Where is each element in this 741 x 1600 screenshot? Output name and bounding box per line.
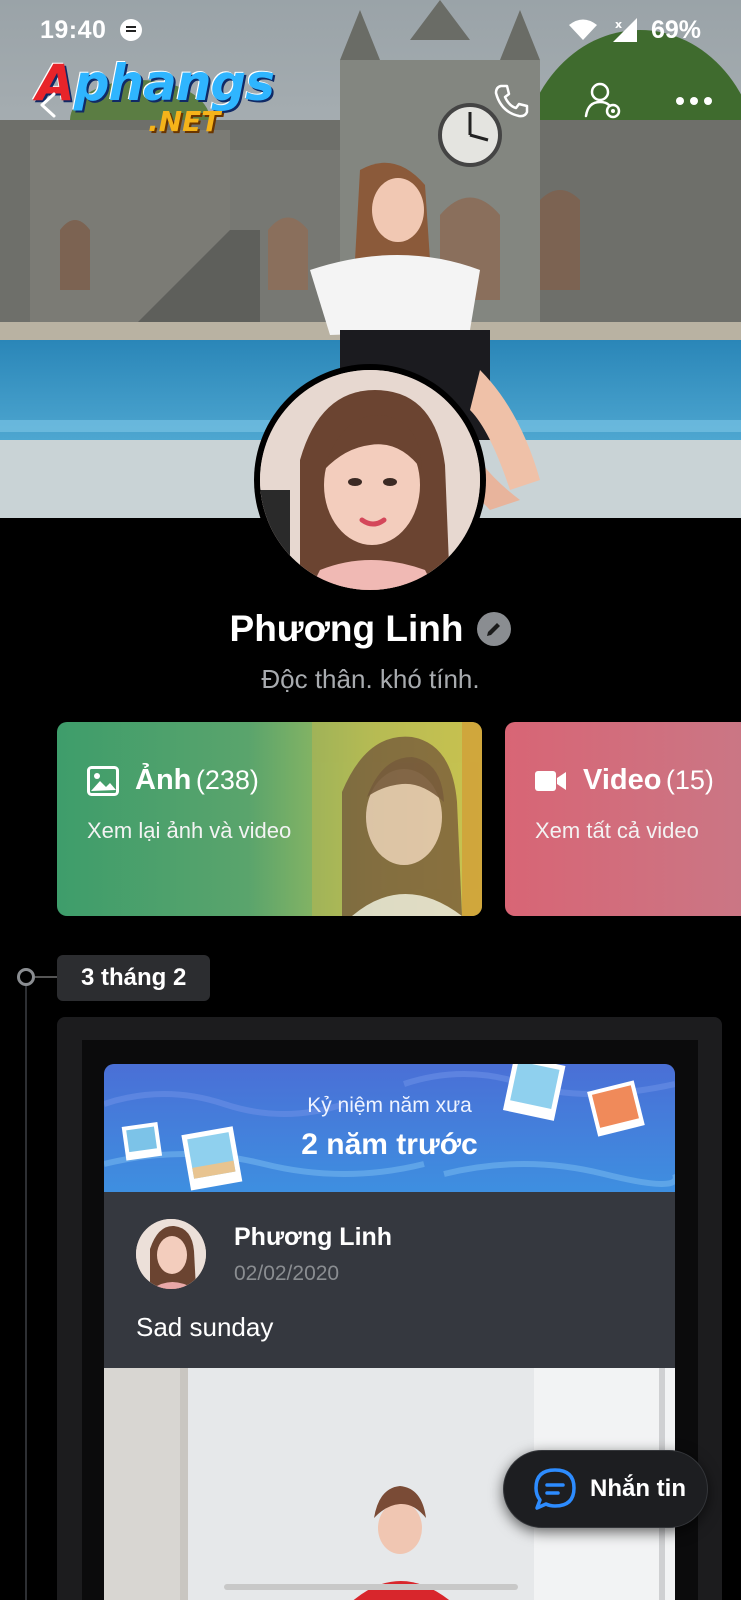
back-arrow-icon [40, 92, 56, 118]
post-avatar-image [136, 1219, 206, 1289]
call-button[interactable] [488, 78, 534, 124]
status-bar: 19:40 x 69% [0, 0, 741, 60]
profile-page: 19:40 x 69% Aphangs .NET Phương Linh Độc… [0, 0, 741, 1600]
timeline-line [25, 978, 27, 1600]
memory-label: Kỷ niệm năm xưa [307, 1094, 472, 1117]
memory-years-ago: 2 năm trước [301, 1128, 478, 1161]
svg-text:x: x [615, 18, 622, 31]
user-settings-icon [584, 82, 621, 119]
status-time: 19:40 [40, 15, 107, 44]
avatar-image [260, 370, 480, 590]
profile-bio: Độc thân. khó tính. [261, 664, 480, 694]
photos-card-subtitle: Xem lại ảnh và video [87, 818, 292, 843]
post-text: Sad sunday [136, 1312, 274, 1342]
watermark-bottom: .NET [148, 105, 221, 138]
video-camera-icon [535, 770, 566, 791]
more-icon [676, 97, 712, 105]
image-icon [87, 765, 119, 796]
photos-card-title: Ảnh [135, 764, 192, 796]
wifi-icon [568, 19, 597, 40]
photos-card[interactable]: Ảnh (238) Xem lại ảnh và video [57, 722, 482, 916]
signal-icon: x [612, 18, 637, 42]
profile-settings-button[interactable] [580, 78, 626, 124]
post-date: 02/02/2020 [234, 1261, 340, 1285]
timeline-connector [35, 976, 57, 978]
videos-card-subtitle: Xem tất cả video [535, 818, 699, 843]
videos-card-title: Video [583, 764, 662, 796]
photos-card-thumbnail [312, 722, 482, 916]
post-author-avatar[interactable] [136, 1219, 206, 1289]
more-options-button[interactable] [671, 78, 717, 124]
edit-name-button[interactable] [477, 612, 512, 646]
memory-banner: Kỷ niệm năm xưa 2 năm trước [104, 1064, 675, 1192]
videos-card[interactable]: Video (15) Xem tất cả video [505, 722, 741, 916]
pencil-icon [487, 623, 501, 636]
chat-bubble-icon [534, 1468, 576, 1510]
timeline-date: 3 tháng 2 [57, 955, 211, 1001]
battery-percentage: 69% [650, 15, 701, 44]
profile-name-row: Phương Linh [0, 608, 741, 650]
profile-avatar[interactable] [254, 364, 486, 596]
message-notification-icon [120, 19, 143, 41]
message-button[interactable]: Nhắn tin [503, 1450, 708, 1528]
profile-name: Phương Linh [229, 608, 464, 649]
photos-count: (238) [195, 765, 259, 795]
videos-count: (15) [665, 765, 714, 795]
phone-icon [494, 84, 529, 118]
back-button[interactable] [28, 82, 74, 128]
home-indicator[interactable] [224, 1584, 518, 1590]
timeline-dot [17, 968, 35, 986]
post-header: Phương Linh 02/02/2020 [136, 1219, 392, 1289]
message-button-label: Nhắn tin [590, 1475, 686, 1502]
post-author-name[interactable]: Phương Linh [234, 1223, 392, 1252]
